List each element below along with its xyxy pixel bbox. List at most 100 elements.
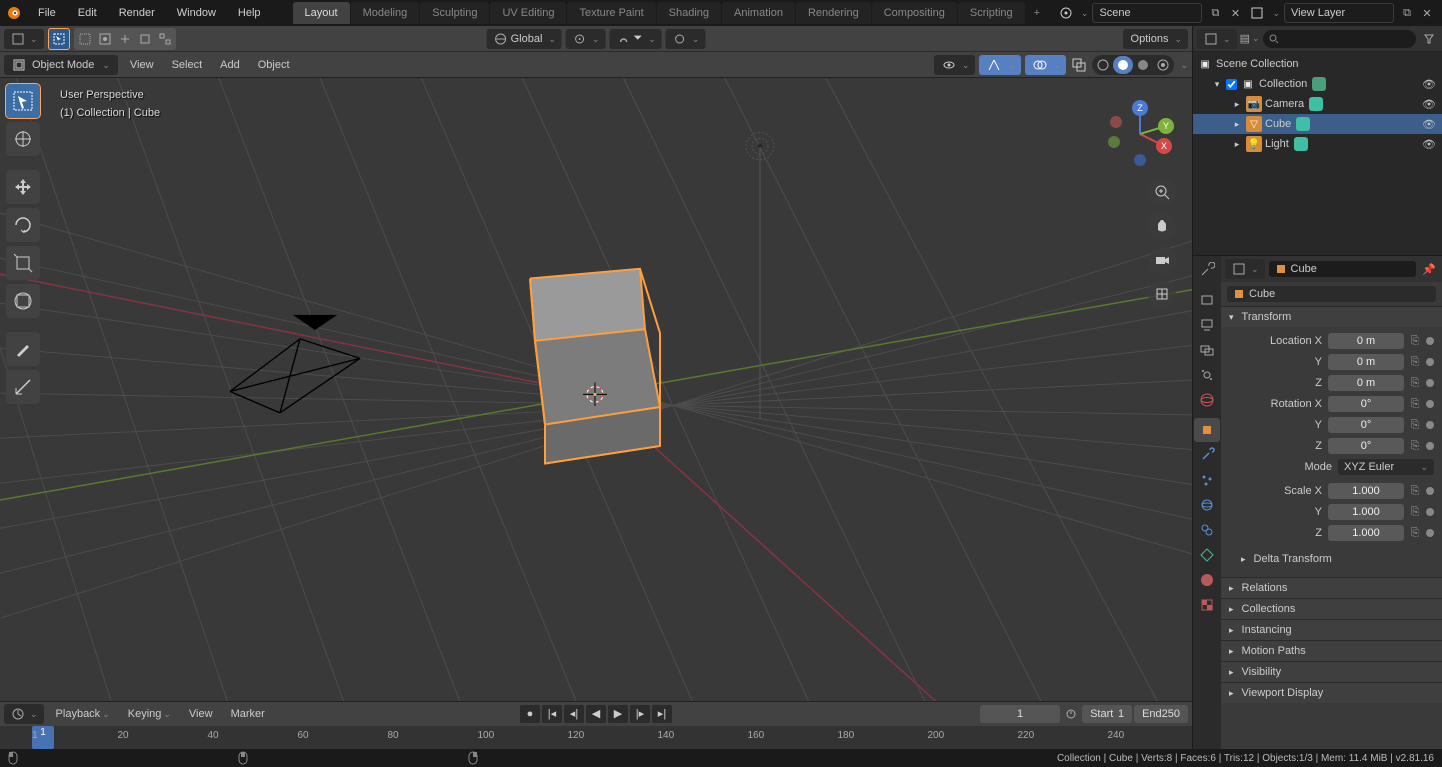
tool-annotate[interactable]	[6, 332, 40, 366]
tab-rendering[interactable]: Rendering	[796, 2, 871, 24]
lock-icon[interactable]: ⎘	[1408, 506, 1422, 519]
keyframe-prev-icon[interactable]: ◂|	[564, 705, 584, 723]
lock-icon[interactable]: ⎘	[1408, 335, 1422, 348]
auto-keyframe-icon[interactable]: ●	[520, 705, 540, 723]
menu-marker[interactable]: Marker	[225, 705, 271, 723]
collection-checkbox[interactable]	[1226, 79, 1237, 90]
keyframe-next-icon[interactable]: |▸	[630, 705, 650, 723]
overlays-toggle[interactable]	[1025, 55, 1067, 75]
3d-viewport[interactable]: User Perspective (1) Collection | Cube X…	[0, 78, 1192, 701]
tab-add-button[interactable]: +	[1026, 2, 1048, 24]
visibility-eye-icon[interactable]: 👁	[1422, 118, 1436, 131]
tab-uv-editing[interactable]: UV Editing	[490, 2, 566, 24]
scene-copy-icon[interactable]: ⧉	[1206, 4, 1224, 22]
editor-type-dropdown[interactable]	[4, 29, 44, 49]
lock-icon[interactable]: ⎘	[1408, 527, 1422, 540]
gizmo-btn-3[interactable]	[115, 29, 135, 49]
menu-select[interactable]: Select	[166, 56, 209, 74]
prop-editor-dropdown[interactable]	[1225, 259, 1265, 279]
prop-tab-modifiers[interactable]	[1194, 443, 1220, 467]
tool-transform[interactable]	[6, 284, 40, 318]
section-collections[interactable]: Collections	[1221, 599, 1442, 619]
prop-tab-render[interactable]	[1194, 288, 1220, 312]
object-name-field[interactable]: Cube	[1227, 286, 1436, 302]
prop-tab-constraints[interactable]	[1194, 518, 1220, 542]
section-relations[interactable]: Relations	[1221, 578, 1442, 598]
property-field[interactable]: 0 m	[1328, 333, 1404, 349]
play-reverse-icon[interactable]: ◀	[586, 705, 606, 723]
menu-window[interactable]: Window	[167, 3, 226, 23]
lock-icon[interactable]: ⎘	[1408, 398, 1422, 411]
keyframe-dot-icon[interactable]	[1426, 529, 1434, 537]
menu-view[interactable]: View	[124, 56, 160, 74]
prop-tab-physics[interactable]	[1194, 493, 1220, 517]
menu-timeline-view[interactable]: View	[183, 705, 219, 723]
property-field[interactable]: 0°	[1328, 417, 1404, 433]
keyframe-dot-icon[interactable]	[1426, 337, 1434, 345]
visibility-eye-icon[interactable]: 👁	[1422, 98, 1436, 111]
start-frame-field[interactable]: Start1	[1082, 705, 1132, 723]
tab-layout[interactable]: Layout	[293, 2, 350, 24]
rotation-mode-dropdown[interactable]: XYZ Euler	[1338, 459, 1434, 475]
property-field[interactable]: 1.000	[1328, 504, 1404, 520]
tree-item-cube[interactable]: ▸ ▽ Cube 👁	[1193, 114, 1442, 134]
visibility-dropdown[interactable]	[934, 55, 976, 75]
visibility-eye-icon[interactable]: 👁	[1422, 78, 1436, 91]
prop-tab-tool[interactable]	[1194, 258, 1220, 282]
pivot-dropdown[interactable]	[566, 29, 606, 49]
tab-scripting[interactable]: Scripting	[958, 2, 1025, 24]
prop-tab-world[interactable]	[1194, 388, 1220, 412]
shading-wireframe-icon[interactable]	[1093, 56, 1113, 74]
shading-options-chev[interactable]	[1178, 59, 1188, 71]
menu-edit[interactable]: Edit	[68, 3, 107, 23]
tab-texture-paint[interactable]: Texture Paint	[567, 2, 655, 24]
proportional-edit-dropdown[interactable]	[666, 29, 706, 49]
timeline-editor-dropdown[interactable]	[4, 704, 44, 724]
tool-scale[interactable]	[6, 246, 40, 280]
property-field[interactable]: 0°	[1328, 438, 1404, 454]
property-field[interactable]: 1.000	[1328, 525, 1404, 541]
view-layer-field[interactable]: View Layer	[1284, 3, 1394, 23]
gizmo-btn-2[interactable]	[95, 29, 115, 49]
gizmos-toggle[interactable]	[979, 55, 1021, 75]
prop-tab-viewlayer[interactable]	[1194, 338, 1220, 362]
menu-render[interactable]: Render	[109, 3, 165, 23]
prop-tab-scene[interactable]	[1194, 363, 1220, 387]
tool-select-box[interactable]	[6, 84, 40, 118]
gizmo-btn-5[interactable]	[155, 29, 175, 49]
current-frame-field[interactable]: 1	[980, 705, 1060, 723]
play-icon[interactable]: ▶	[608, 705, 628, 723]
xray-toggle-icon[interactable]	[1070, 56, 1088, 74]
snap-dropdown[interactable]: ⏷	[609, 29, 661, 49]
section-visibility[interactable]: Visibility	[1221, 662, 1442, 682]
tool-rotate[interactable]	[6, 208, 40, 242]
layer-copy-icon[interactable]: ⧉	[1398, 4, 1416, 22]
prop-tab-output[interactable]	[1194, 313, 1220, 337]
timeline-ruler[interactable]: 1 120406080100120140160180200220240	[0, 726, 1192, 750]
scene-browse-icon[interactable]	[1057, 4, 1075, 22]
menu-object[interactable]: Object	[252, 56, 296, 74]
scene-name-field[interactable]: Scene	[1092, 3, 1202, 23]
tool-measure[interactable]	[6, 370, 40, 404]
layer-browse-icon[interactable]	[1248, 4, 1266, 22]
nav-pan-icon[interactable]	[1148, 212, 1176, 240]
tree-item-light[interactable]: ▸ 💡 Light 👁	[1193, 134, 1442, 154]
menu-playback[interactable]: Playback	[50, 705, 116, 723]
menu-keying[interactable]: Keying	[122, 705, 177, 723]
pin-icon[interactable]: 📌	[1420, 260, 1438, 278]
options-dropdown[interactable]: Options	[1123, 29, 1188, 49]
shading-rendered-icon[interactable]	[1153, 56, 1173, 74]
gizmo-btn-1[interactable]	[75, 29, 95, 49]
menu-help[interactable]: Help	[228, 3, 271, 23]
outliner-display-mode[interactable]	[1197, 29, 1237, 49]
shading-solid-icon[interactable]	[1113, 56, 1133, 74]
prop-tab-material[interactable]	[1194, 568, 1220, 592]
tree-scene-collection[interactable]: ▣ Scene Collection	[1193, 54, 1442, 74]
keyframe-dot-icon[interactable]	[1426, 508, 1434, 516]
interaction-mode-dropdown[interactable]: Object Mode	[4, 55, 118, 75]
property-field[interactable]: 0°	[1328, 396, 1404, 412]
tool-move[interactable]	[6, 170, 40, 204]
menu-file[interactable]: File	[28, 3, 66, 23]
tab-sculpting[interactable]: Sculpting	[420, 2, 489, 24]
outliner-filter-icon[interactable]	[1420, 30, 1438, 48]
